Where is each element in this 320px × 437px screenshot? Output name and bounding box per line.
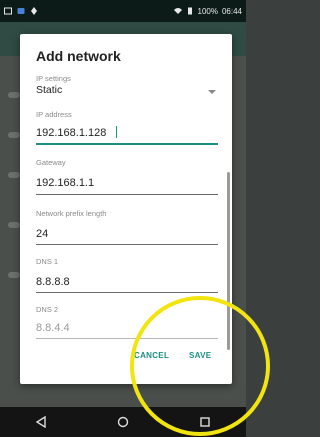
notification-icon [17,8,25,14]
wifi-icon [173,8,182,14]
gateway-input[interactable]: 192.168.1.1 [36,177,94,189]
save-button[interactable]: SAVE [189,351,211,360]
back-button[interactable] [31,412,51,432]
ip-settings-label: IP settings [36,74,71,83]
background-row-marker [8,222,20,228]
home-icon [117,416,129,428]
dialog-title: Add network [36,48,121,64]
dropdown-arrow-icon[interactable] [208,90,216,94]
dns2-underline [36,338,218,339]
dns1-underline [36,292,218,293]
clock: 06:44 [221,6,242,16]
background-row-marker [8,172,20,178]
dns2-input[interactable]: 8.8.4.4 [36,322,70,334]
ip-address-label: IP address [36,110,72,119]
background-row-marker [8,272,20,278]
dns2-label: DNS 2 [36,305,59,314]
navigation-bar [0,407,246,437]
background-row-marker [8,92,20,98]
dns1-input[interactable]: 8.8.8.8 [36,276,70,288]
prefix-length-input[interactable]: 24 [36,228,48,240]
prefix-length-underline [36,244,218,245]
battery-icon [187,7,192,15]
gateway-underline [36,194,218,195]
ip-address-underline [36,143,218,145]
home-button[interactable] [113,412,133,432]
ip-address-input[interactable]: 192.168.1.128 [36,127,106,139]
dns1-label: DNS 1 [36,257,59,266]
app-notification-icon [31,7,37,15]
status-bar: 100% 06:44 [0,0,246,22]
image-icon [4,7,12,15]
recents-icon [200,417,210,427]
text-cursor [116,126,117,138]
background-row-marker [8,132,20,138]
ip-settings-select[interactable]: Static [36,84,62,96]
battery-percent: 100% [197,6,218,16]
add-network-dialog: Add network IP settings Static IP addres… [20,34,232,384]
gateway-label: Gateway [36,158,66,167]
back-icon [35,416,46,428]
cancel-button[interactable]: CANCEL [134,351,169,360]
recents-button[interactable] [195,412,215,432]
dialog-scrollbar[interactable] [227,172,230,350]
prefix-length-label: Network prefix length [36,209,107,218]
